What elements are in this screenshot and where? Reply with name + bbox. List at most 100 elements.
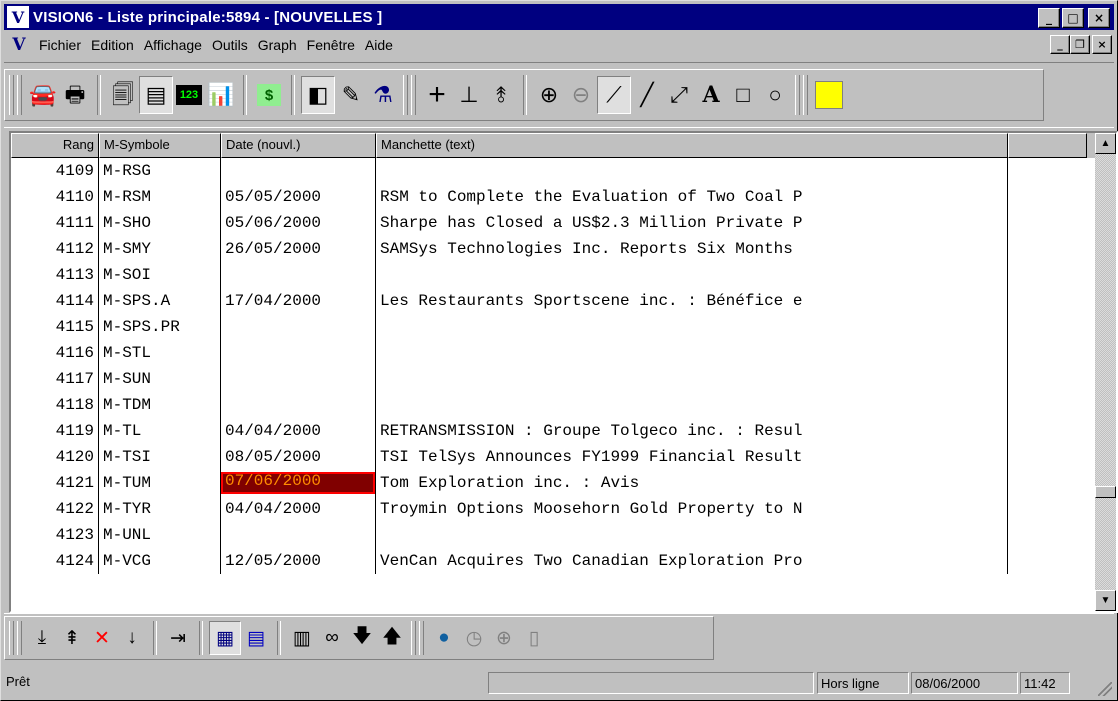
menu-edition[interactable]: Edition (86, 37, 139, 53)
cell-rang[interactable]: 4113 (11, 262, 99, 288)
cell-symbole[interactable]: M-SHO (99, 210, 221, 236)
cell-symbole[interactable]: M-TSI (99, 444, 221, 470)
rectangle-icon[interactable]: □ (727, 77, 759, 113)
text-icon[interactable]: A (695, 77, 727, 113)
cell-manchette[interactable]: Sharpe has Closed a US$2.3 Million Priva… (376, 210, 1008, 236)
remove-sort-icon[interactable]: ✕ (87, 622, 117, 654)
cell-rang[interactable]: 4109 (11, 158, 99, 184)
cell-date[interactable]: 04/04/2000 (221, 496, 376, 522)
target-icon[interactable]: ⊕ (489, 622, 519, 654)
cell-symbole[interactable]: M-VCG (99, 548, 221, 574)
cell-manchette[interactable]: Troymin Options Moosehorn Gold Property … (376, 496, 1008, 522)
cell-manchette[interactable] (376, 314, 1008, 340)
menu-fenetre[interactable]: Fenêtre (302, 37, 360, 53)
chart-icon[interactable]: 📊 (205, 77, 237, 113)
table-row[interactable]: 4119 M-TL 04/04/2000 RETRANSMISSION : Group… (11, 418, 1087, 444)
selected-date-cell[interactable]: 07/06/2000 (221, 472, 375, 494)
resize-grip-icon[interactable] (1098, 682, 1112, 696)
column-header-date[interactable]: Date (nouvl.) (221, 133, 376, 158)
trend-line-icon[interactable]: ⟋ (597, 76, 631, 114)
cell-rang[interactable]: 4111 (11, 210, 99, 236)
cell-rang[interactable]: 4119 (11, 418, 99, 444)
cell-rang[interactable]: 4118 (11, 392, 99, 418)
cell-symbole[interactable]: M-TUM (99, 470, 221, 496)
crosshair-icon[interactable]: + (421, 77, 453, 113)
menu-aide[interactable]: Aide (360, 37, 398, 53)
mdi-minimize-button[interactable]: _ (1050, 35, 1070, 54)
table-row[interactable]: 4121 M-TUM 07/06/2000 Tom Exploration inc. … (11, 470, 1087, 496)
close-button[interactable]: × (1088, 8, 1110, 28)
cell-symbole[interactable]: M-TYR (99, 496, 221, 522)
zoom-out-icon[interactable]: ⊖ (565, 77, 597, 113)
cell-date[interactable] (221, 262, 376, 288)
cell-rang[interactable]: 4120 (11, 444, 99, 470)
fork-icon[interactable]: ⥉ (485, 77, 517, 113)
toolbar-grip[interactable] (795, 75, 800, 115)
menu-graph[interactable]: Graph (253, 37, 302, 53)
toolbar-grip[interactable] (9, 75, 14, 115)
table-row[interactable]: 4116 M-STL (11, 340, 1087, 366)
cell-date[interactable]: 26/05/2000 (221, 236, 376, 262)
vertical-scrollbar[interactable]: ▲ ▼ (1095, 133, 1116, 611)
line-icon[interactable]: ╱ (631, 77, 663, 113)
cell-rang[interactable]: 4123 (11, 522, 99, 548)
cell-rang[interactable]: 4110 (11, 184, 99, 210)
document-icon[interactable]: ▯ (519, 622, 549, 654)
printer-icon[interactable]: 🖶 (59, 77, 91, 113)
cell-date[interactable] (221, 522, 376, 548)
panel-icon[interactable]: ◧ (301, 76, 335, 114)
cell-date[interactable]: 05/05/2000 (221, 184, 376, 210)
car-icon[interactable]: 🚘 (27, 77, 59, 113)
cell-date[interactable]: 07/06/2000 (221, 470, 376, 496)
list-view-icon[interactable]: ▤ (241, 622, 271, 654)
arrow-up-icon[interactable]: 🡅 (377, 622, 407, 654)
table-icon[interactable]: ▥ (287, 622, 317, 654)
cell-symbole[interactable]: M-SPS.A (99, 288, 221, 314)
cell-symbole[interactable]: M-SPS.PR (99, 314, 221, 340)
scroll-down-button[interactable]: ▼ (1095, 590, 1116, 611)
cell-manchette[interactable]: RETRANSMISSION : Groupe Tolgeco inc. : R… (376, 418, 1008, 444)
table-row[interactable]: 4109 M-RSG (11, 158, 1087, 184)
toolbar-grip[interactable] (411, 621, 416, 655)
cell-rang[interactable]: 4112 (11, 236, 99, 262)
cell-date[interactable] (221, 392, 376, 418)
table-row[interactable]: 4117 M-SUN (11, 366, 1087, 392)
ruler-icon[interactable]: ⊥ (453, 77, 485, 113)
money-icon[interactable]: $ (257, 84, 281, 106)
numeric-sort-icon[interactable]: ↓ (117, 622, 147, 654)
cell-date[interactable] (221, 340, 376, 366)
table-row[interactable]: 4112 M-SMY 26/05/2000 SAMSys Technologies I… (11, 236, 1087, 262)
table-row[interactable]: 4114 M-SPS.A 17/04/2000 Les Restaurants Spo… (11, 288, 1087, 314)
123-icon[interactable]: 123 (176, 85, 202, 105)
sort-ascending-icon[interactable]: ⇞ (57, 622, 87, 654)
zoom-in-icon[interactable]: ⊕ (533, 77, 565, 113)
cell-date[interactable] (221, 314, 376, 340)
insert-column-icon[interactable]: ⇥ (163, 622, 193, 654)
document-logo-icon[interactable]: V (10, 35, 28, 55)
cell-rang[interactable]: 4122 (11, 496, 99, 522)
cell-date[interactable]: 12/05/2000 (221, 548, 376, 574)
cell-manchette[interactable] (376, 366, 1008, 392)
column-header-manchette[interactable]: Manchette (text) (376, 133, 1008, 158)
menu-affichage[interactable]: Affichage (139, 37, 207, 53)
scroll-up-button[interactable]: ▲ (1095, 133, 1116, 154)
cell-manchette[interactable] (376, 340, 1008, 366)
column-header-symbole[interactable]: M-Symbole (99, 133, 221, 158)
app-logo-icon[interactable]: V (7, 6, 29, 28)
wizard-icon[interactable]: ⚗ (367, 77, 399, 113)
clock-icon[interactable]: ◷ (459, 622, 489, 654)
cell-manchette[interactable] (376, 392, 1008, 418)
column-header-rang[interactable]: Rang (11, 133, 99, 158)
cell-symbole[interactable]: M-SMY (99, 236, 221, 262)
table-row[interactable]: 4122 M-TYR 04/04/2000 Troymin Options Moose… (11, 496, 1087, 522)
cell-manchette[interactable]: RSM to Complete the Evaluation of Two Co… (376, 184, 1008, 210)
arrow-down-icon[interactable]: 🡇 (347, 622, 377, 654)
color-swatch-button[interactable] (813, 77, 845, 113)
arrow-line-icon[interactable]: ⤢ (663, 77, 695, 113)
cell-rang[interactable]: 4124 (11, 548, 99, 574)
cell-manchette[interactable] (376, 262, 1008, 288)
table-row[interactable]: 4120 M-TSI 08/05/2000 TSI TelSys Announces … (11, 444, 1087, 470)
cell-rang[interactable]: 4115 (11, 314, 99, 340)
mdi-restore-button[interactable]: ❐ (1070, 35, 1090, 54)
table-row[interactable]: 4115 M-SPS.PR (11, 314, 1087, 340)
